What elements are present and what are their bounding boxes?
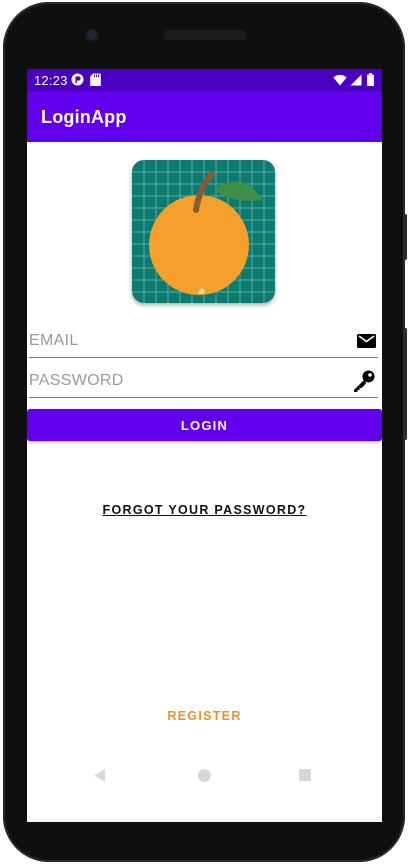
envelope-icon [357, 334, 376, 348]
app-bar: LoginApp [27, 91, 382, 142]
app-title: LoginApp [41, 107, 127, 127]
volume-button [403, 328, 407, 440]
battery-icon [367, 73, 374, 86]
notification-app-icon [71, 73, 84, 86]
password-field[interactable] [29, 367, 378, 398]
password-input[interactable] [29, 367, 339, 395]
sd-card-icon [90, 73, 101, 86]
home-circle-icon[interactable] [197, 768, 212, 783]
email-field[interactable] [29, 327, 378, 358]
navigation-bar [27, 754, 382, 798]
app-screen: 12:23 LoginApp EMAIL LOGIN FORGOT YOUR P… [27, 69, 382, 822]
recents-square-icon[interactable] [298, 768, 312, 782]
back-triangle-icon[interactable] [93, 768, 106, 783]
earpiece-speaker [163, 30, 247, 40]
forgot-password-link[interactable]: FORGOT YOUR PASSWORD? [27, 503, 382, 517]
email-input[interactable] [29, 327, 339, 355]
status-time: 12:23 [34, 73, 68, 88]
login-button[interactable]: LOGIN [27, 409, 382, 441]
wifi-icon [333, 74, 347, 86]
front-camera [87, 30, 97, 40]
app-logo [132, 160, 275, 303]
key-icon [354, 370, 375, 392]
register-link[interactable]: REGISTER [27, 709, 382, 723]
power-button [403, 214, 407, 260]
status-bar: 12:23 [27, 69, 382, 91]
cellular-signal-icon [350, 74, 362, 86]
orange-fruit-icon [132, 160, 275, 303]
